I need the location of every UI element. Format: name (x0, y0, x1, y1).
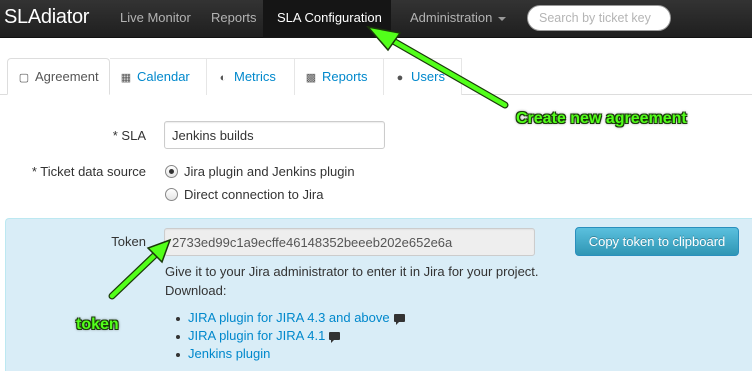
document-icon: ▢ (18, 72, 30, 84)
bullet-icon (176, 352, 180, 357)
create-agreement-annotation: Create new agreement (516, 110, 687, 127)
token-instructions: Give it to your Jira administrator to en… (165, 264, 539, 279)
nav-reports[interactable]: Reports (211, 10, 257, 25)
sla-label: * SLA (112, 128, 146, 143)
tab-metrics[interactable]: ◐ Metrics (207, 58, 295, 95)
user-icon: ● (396, 72, 404, 84)
bullet-icon (176, 316, 180, 321)
calendar-icon: ▦ (120, 72, 132, 84)
chevron-down-icon (498, 16, 507, 21)
source-option-plugins[interactable]: Jira plugin and Jenkins plugin (165, 164, 355, 182)
token-field[interactable] (164, 228, 535, 256)
copy-token-button[interactable]: Copy token to clipboard (575, 227, 739, 256)
tab-agreement[interactable]: ▢ Agreement (7, 58, 110, 95)
download-jira43-link[interactable]: JIRA plugin for JIRA 4.3 and above (188, 310, 390, 325)
tab-users-label: Users (411, 69, 445, 84)
tab-calendar[interactable]: ▦ Calendar (110, 58, 207, 95)
tab-users[interactable]: ● Users (384, 58, 462, 95)
brand-logo[interactable]: SLAdiator (4, 6, 89, 29)
top-navbar: SLAdiator Live Monitor Reports SLA Confi… (0, 0, 752, 38)
folder-icon: ▩ (305, 72, 317, 84)
tab-calendar-label: Calendar (137, 69, 190, 84)
comment-icon[interactable] (329, 332, 341, 343)
nav-live-monitor[interactable]: Live Monitor (120, 10, 191, 25)
download-jenkins-link[interactable]: Jenkins plugin (188, 346, 270, 361)
comment-icon[interactable] (393, 314, 405, 325)
nav-administration-label: Administration (410, 10, 493, 25)
source-option-plugins-label: Jira plugin and Jenkins plugin (184, 164, 355, 179)
nav-sla-configuration-label: SLA Configuration (277, 10, 382, 25)
token-label: Token (111, 234, 146, 249)
source-option-direct[interactable]: Direct connection to Jira (165, 187, 323, 205)
search-input[interactable] (527, 5, 671, 31)
download-jira41-link[interactable]: JIRA plugin for JIRA 4.1 (188, 328, 325, 343)
nav-sla-configuration[interactable]: SLA Configuration (263, 0, 391, 38)
tab-reports-label: Reports (322, 69, 368, 84)
tab-metrics-label: Metrics (234, 69, 276, 84)
download-item: JIRA plugin for JIRA 4.1 (176, 328, 341, 343)
tab-agreement-label: Agreement (35, 69, 99, 84)
source-option-direct-label: Direct connection to Jira (184, 187, 324, 202)
ticket-source-label: * Ticket data source (31, 164, 146, 179)
download-label: Download: (165, 283, 227, 298)
bullet-icon (176, 334, 180, 339)
download-item: JIRA plugin for JIRA 4.3 and above (176, 310, 405, 325)
contrast-icon: ◐ (219, 72, 227, 84)
radio-checked-icon[interactable] (165, 165, 178, 178)
download-item: Jenkins plugin (176, 346, 270, 361)
radio-unchecked-icon[interactable] (165, 188, 178, 201)
nav-administration-dropdown[interactable]: Administration (410, 10, 507, 25)
token-annotation: token (76, 316, 119, 333)
tab-reports[interactable]: ▩ Reports (295, 58, 384, 95)
sla-name-input[interactable] (164, 121, 385, 149)
